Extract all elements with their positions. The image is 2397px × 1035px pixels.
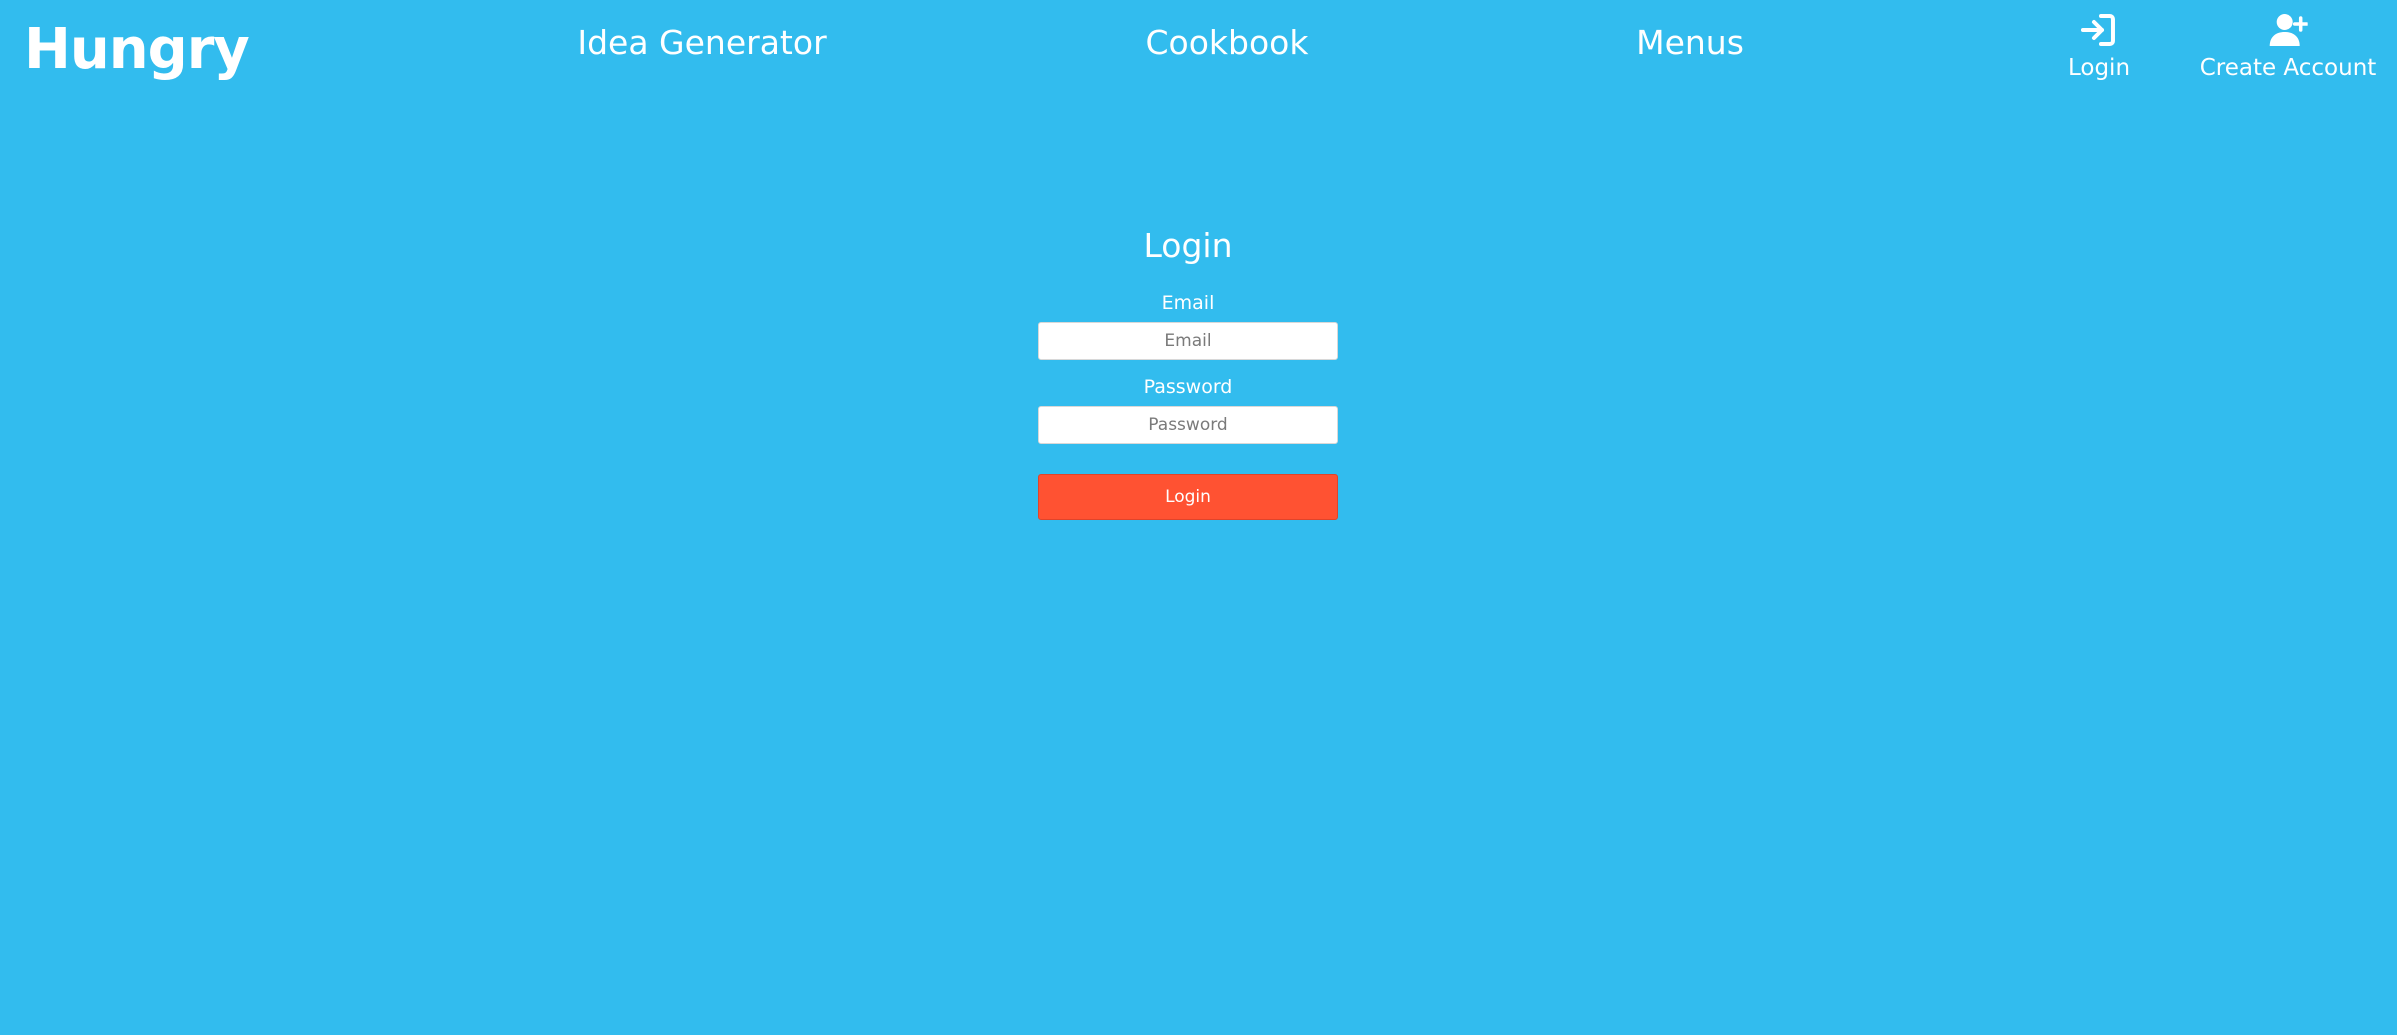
email-input[interactable] bbox=[1038, 322, 1338, 360]
nav-login-label: Login bbox=[2067, 55, 2131, 81]
password-field-group: Password bbox=[1038, 374, 1338, 444]
navbar: Hungry Idea Generator Cookbook Menus Log… bbox=[0, 0, 2397, 100]
user-plus-icon bbox=[2269, 14, 2308, 46]
nav-login-button[interactable]: Login bbox=[2068, 12, 2130, 84]
nav-link-idea-generator[interactable]: Idea Generator bbox=[577, 20, 826, 66]
brand-logo[interactable]: Hungry bbox=[24, 12, 250, 88]
form-title: Login bbox=[1143, 226, 1233, 265]
nav-create-account-button[interactable]: Create Account bbox=[2199, 12, 2377, 84]
nav-link-menus[interactable]: Menus bbox=[1636, 20, 1744, 66]
password-label: Password bbox=[1143, 376, 1233, 398]
login-form: Login Email Password Login bbox=[1038, 220, 1338, 520]
login-arrow-icon bbox=[2081, 14, 2115, 46]
nav-create-account-label: Create Account bbox=[2199, 55, 2377, 81]
email-field-group: Email bbox=[1038, 290, 1338, 360]
page: Hungry Idea Generator Cookbook Menus Log… bbox=[0, 0, 2397, 1035]
nav-link-cookbook[interactable]: Cookbook bbox=[1146, 20, 1309, 66]
email-label: Email bbox=[1161, 292, 1215, 314]
login-submit-button[interactable]: Login bbox=[1038, 474, 1338, 520]
password-input[interactable] bbox=[1038, 406, 1338, 444]
